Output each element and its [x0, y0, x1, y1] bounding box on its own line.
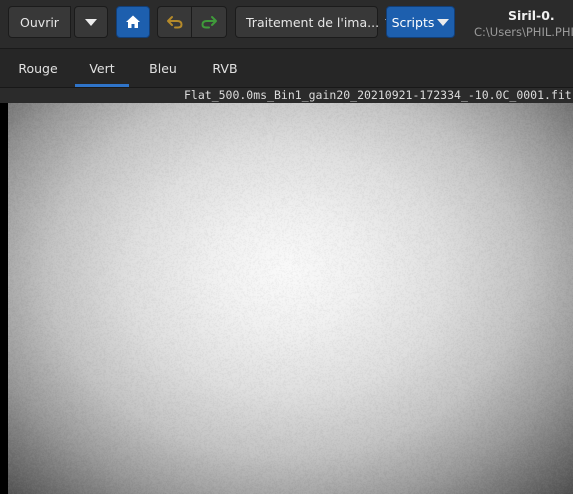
tab-rvb[interactable]: RVB — [198, 49, 252, 87]
app-title: Siril-0. — [508, 8, 555, 23]
home-icon — [125, 14, 141, 30]
image-viewport[interactable] — [0, 103, 573, 494]
chevron-down-icon — [437, 19, 449, 26]
working-directory-path: C:\Users\PHIL.PHIL — [474, 25, 573, 39]
scripts-label: Scripts — [392, 15, 435, 30]
home-button[interactable] — [116, 6, 150, 38]
scripts-menu-button[interactable]: Scripts — [386, 6, 455, 38]
header-bar: Ouvrir Traitement de l'ima... Scripts Si… — [0, 0, 573, 49]
open-button[interactable]: Ouvrir — [8, 6, 71, 38]
window-title-block: Siril-0. C:\Users\PHIL.PHIL — [460, 8, 573, 42]
undo-icon — [166, 15, 184, 29]
flat-frame-image — [0, 103, 573, 494]
channel-tab-bar: Rouge Vert Bleu RVB — [0, 49, 573, 88]
redo-button[interactable] — [192, 6, 227, 38]
tab-label: Vert — [89, 61, 114, 76]
tab-label: Rouge — [18, 61, 57, 76]
open-button-label: Ouvrir — [20, 15, 59, 30]
chevron-down-icon — [85, 19, 97, 26]
image-filename-bar: Flat_500.0ms_Bin1_gain20_20210921-172334… — [0, 88, 573, 103]
tab-label: Bleu — [149, 61, 177, 76]
tab-rouge[interactable]: Rouge — [11, 49, 65, 87]
siril-window: Ouvrir Traitement de l'ima... Scripts Si… — [0, 0, 573, 494]
viewport-edge — [0, 103, 8, 494]
tab-vert[interactable]: Vert — [75, 49, 129, 87]
tab-label: RVB — [212, 61, 237, 76]
tab-bleu[interactable]: Bleu — [136, 49, 190, 87]
image-filename: Flat_500.0ms_Bin1_gain20_20210921-172334… — [184, 88, 572, 102]
undo-button[interactable] — [157, 6, 192, 38]
image-processing-label: Traitement de l'ima... — [246, 15, 379, 30]
redo-icon — [200, 15, 218, 29]
image-processing-menu-button[interactable]: Traitement de l'ima... — [235, 6, 378, 38]
open-recent-dropdown-button[interactable] — [74, 6, 108, 38]
